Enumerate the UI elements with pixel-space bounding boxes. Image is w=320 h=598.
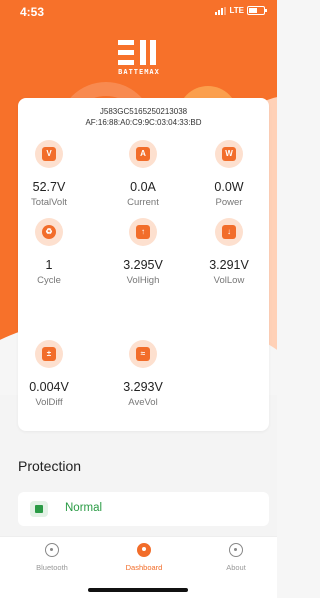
ammeter-icon: A <box>129 140 157 168</box>
metric-voldiff: ± 0.004V VolDiff <box>14 340 84 408</box>
protection-status: Normal <box>65 502 103 514</box>
shield-status-icon <box>30 501 48 517</box>
metric-value: 3.293V <box>123 380 163 394</box>
network-type: LTE <box>229 6 244 15</box>
metric-label: Cycle <box>37 275 61 286</box>
protection-title: Protection <box>18 458 82 474</box>
app-screen: 4:53 LTE BATTEMAX J583GC5165250213038 AF… <box>0 0 277 598</box>
metric-label: VolDiff <box>35 397 63 408</box>
metric-value: 0.004V <box>29 380 69 394</box>
metric-value: 0.0A <box>130 180 156 194</box>
metric-totalvolt: V 52.7V TotalVolt <box>14 140 84 208</box>
home-indicator[interactable] <box>88 588 188 592</box>
device-identifier: J583GC5165250213038 AF:16:88:A0:C9:9C:03… <box>18 106 269 128</box>
signal-icon <box>215 6 227 15</box>
battery-info-card: J583GC5165250213038 AF:16:88:A0:C9:9C:03… <box>18 98 269 431</box>
device-mac: AF:16:88:A0:C9:9C:03:04:33:BD <box>85 118 202 127</box>
metric-label: Power <box>215 197 243 208</box>
metric-label: VolLow <box>213 275 245 286</box>
metric-avevol: ≈ 3.293V AveVol <box>108 340 178 408</box>
battery-average-icon: ≈ <box>129 340 157 368</box>
metric-current: A 0.0A Current <box>108 140 178 208</box>
recycle-icon: ♻ <box>35 218 63 246</box>
status-bar: 4:53 LTE <box>0 0 277 22</box>
tab-about[interactable]: About <box>196 543 276 572</box>
metric-label: AveVol <box>128 397 158 408</box>
power-meter-icon: W <box>215 140 243 168</box>
metric-value: 3.291V <box>209 258 249 272</box>
metric-volhigh: ↑ 3.295V VolHigh <box>108 218 178 286</box>
voltmeter-icon: V <box>35 140 63 168</box>
protection-status-row[interactable]: Normal <box>18 492 269 526</box>
brand-name: BATTEMAX <box>118 68 160 76</box>
device-serial: J583GC5165250213038 <box>99 107 188 116</box>
metric-label: TotalVolt <box>31 197 67 208</box>
metric-vollow: ↓ 3.291V VolLow <box>194 218 264 286</box>
tab-label: About <box>226 563 246 572</box>
metric-value: 52.7V <box>32 180 66 194</box>
metric-label: Current <box>127 197 159 208</box>
cell-high-icon: ↑ <box>129 218 157 246</box>
metric-label: VolHigh <box>126 275 160 286</box>
metric-power: W 0.0W Power <box>194 140 264 208</box>
brand-logo-icon <box>118 38 160 68</box>
metric-value: 1 <box>45 258 53 272</box>
metric-value: 0.0W <box>214 180 244 194</box>
cell-diff-icon: ± <box>35 340 63 368</box>
bluetooth-icon <box>45 543 59 557</box>
about-icon <box>229 543 243 557</box>
metric-cycle: ♻ 1 Cycle <box>14 218 84 286</box>
metric-value: 3.295V <box>123 258 163 272</box>
cell-low-icon: ↓ <box>215 218 243 246</box>
status-indicators: LTE <box>215 6 267 15</box>
status-time: 4:53 <box>20 5 45 19</box>
tab-bluetooth[interactable]: Bluetooth <box>12 543 92 572</box>
tab-label: Bluetooth <box>36 563 68 572</box>
dashboard-icon <box>137 543 151 557</box>
tab-label: Dashboard <box>125 563 163 572</box>
tab-dashboard[interactable]: Dashboard <box>104 543 184 572</box>
battery-icon <box>247 6 267 15</box>
